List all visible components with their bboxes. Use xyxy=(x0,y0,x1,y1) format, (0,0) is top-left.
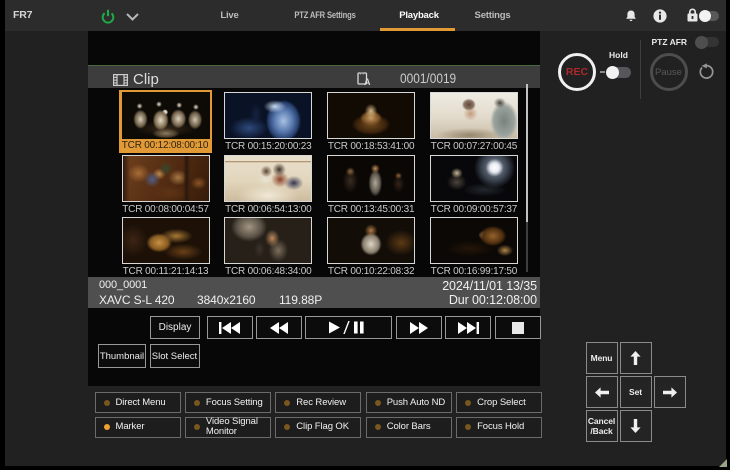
svg-text:A: A xyxy=(364,77,371,86)
